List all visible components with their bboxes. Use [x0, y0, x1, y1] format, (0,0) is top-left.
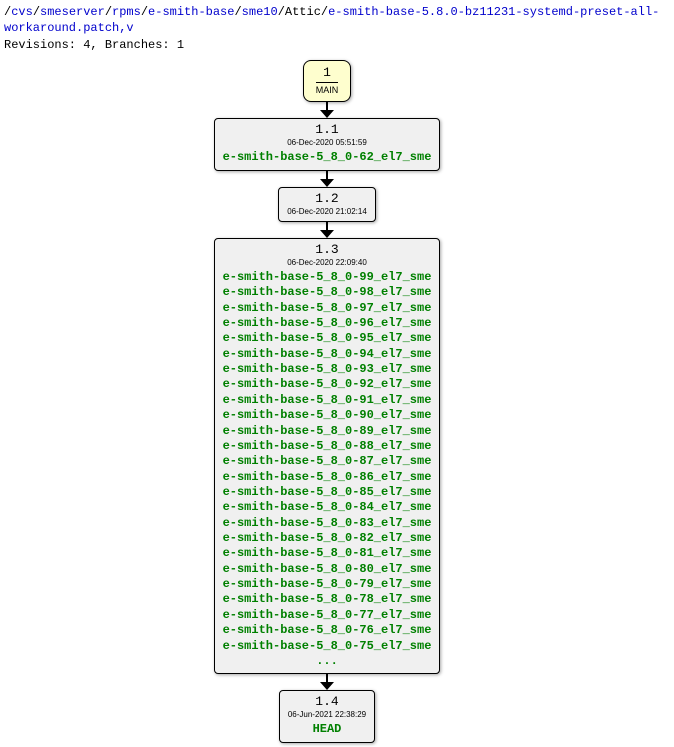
- tag-link[interactable]: e-smith-base-5_8_0-96_el7_sme: [223, 316, 432, 331]
- path-seg-1[interactable]: smeserver: [40, 5, 105, 19]
- connector: [320, 102, 334, 118]
- tag-link[interactable]: e-smith-base-5_8_0-82_el7_sme: [223, 531, 432, 546]
- tag-link[interactable]: e-smith-base-5_8_0-94_el7_sme: [223, 347, 432, 362]
- tag-link[interactable]: e-smith-base-5_8_0-99_el7_sme: [223, 270, 432, 285]
- tag-link[interactable]: e-smith-base-5_8_0-88_el7_sme: [223, 439, 432, 454]
- tag-link[interactable]: e-smith-base-5_8_0-79_el7_sme: [223, 577, 432, 592]
- connector: [320, 222, 334, 238]
- tag-link[interactable]: e-smith-base-5_8_0-90_el7_sme: [223, 408, 432, 423]
- tag-link[interactable]: e-smith-base-5_8_0-93_el7_sme: [223, 362, 432, 377]
- rev-date: 06-Jun-2021 22:38:29: [288, 710, 366, 719]
- tag-link[interactable]: e-smith-base-5_8_0-77_el7_sme: [223, 608, 432, 623]
- header-meta: Revisions: 4, Branches: 1: [4, 37, 670, 53]
- branch-number: 1: [316, 65, 339, 83]
- arrow-down-icon: [320, 230, 334, 238]
- tag-link[interactable]: e-smith-base-5_8_0-83_el7_sme: [223, 516, 432, 531]
- tag-link[interactable]: e-smith-base-5_8_0-92_el7_sme: [223, 377, 432, 392]
- arrow-down-icon: [320, 179, 334, 187]
- branch-label: MAIN: [316, 85, 339, 95]
- branches-count: 1: [177, 38, 184, 52]
- rev-number[interactable]: 1.2: [287, 191, 367, 206]
- rev-node: 1.4 06-Jun-2021 22:38:29 HEAD: [279, 690, 375, 743]
- tag-link[interactable]: e-smith-base-5_8_0-81_el7_sme: [223, 546, 432, 561]
- path-seg-3[interactable]: e-smith-base: [148, 5, 234, 19]
- tag-link[interactable]: e-smith-base-5_8_0-97_el7_sme: [223, 301, 432, 316]
- arrow-down-icon: [320, 110, 334, 118]
- more-tags[interactable]: ...: [223, 654, 432, 668]
- rev-date: 06-Dec-2020 22:09:40: [223, 258, 432, 267]
- connector: [320, 674, 334, 690]
- tag-link[interactable]: e-smith-base-5_8_0-86_el7_sme: [223, 470, 432, 485]
- tag-link[interactable]: e-smith-base-5_8_0-76_el7_sme: [223, 623, 432, 638]
- rev-number[interactable]: 1.4: [288, 694, 366, 709]
- tag-link[interactable]: e-smith-base-5_8_0-78_el7_sme: [223, 592, 432, 607]
- path-seg-2[interactable]: rpms: [112, 5, 141, 19]
- tag-link[interactable]: e-smith-base-5_8_0-75_el7_sme: [223, 639, 432, 654]
- branch-main[interactable]: 1 MAIN: [303, 60, 352, 102]
- tag-link[interactable]: e-smith-base-5_8_0-85_el7_sme: [223, 485, 432, 500]
- rev-node: 1.1 06-Dec-2020 05:51:59 e-smith-base-5_…: [214, 118, 441, 171]
- path-seg-0[interactable]: cvs: [11, 5, 33, 19]
- path-seg-4[interactable]: sme10: [242, 5, 278, 19]
- connector: [320, 171, 334, 187]
- path-seg-5: Attic: [285, 5, 321, 19]
- tag-link[interactable]: e-smith-base-5_8_0-84_el7_sme: [223, 500, 432, 515]
- tag-link[interactable]: e-smith-base-5_8_0-95_el7_sme: [223, 331, 432, 346]
- tag-link[interactable]: e-smith-base-5_8_0-91_el7_sme: [223, 393, 432, 408]
- rev-node: 1.2 06-Dec-2020 21:02:14: [278, 187, 376, 222]
- tag-link[interactable]: e-smith-base-5_8_0-62_el7_sme: [223, 150, 432, 165]
- tag-link[interactable]: e-smith-base-5_8_0-80_el7_sme: [223, 562, 432, 577]
- tag-link[interactable]: e-smith-base-5_8_0-89_el7_sme: [223, 424, 432, 439]
- arrow-down-icon: [320, 682, 334, 690]
- rev-date: 06-Dec-2020 21:02:14: [287, 207, 367, 216]
- rev-number[interactable]: 1.1: [223, 122, 432, 137]
- revision-graph: 1 MAIN 1.1 06-Dec-2020 05:51:59 e-smith-…: [4, 60, 670, 744]
- breadcrumb: /cvs/smeserver/rpms/e-smith-base/sme10/A…: [4, 4, 670, 36]
- tag-link[interactable]: HEAD: [288, 722, 366, 737]
- rev-date: 06-Dec-2020 05:51:59: [223, 138, 432, 147]
- rev-node: 1.3 06-Dec-2020 22:09:40 e-smith-base-5_…: [214, 238, 441, 674]
- tag-link[interactable]: e-smith-base-5_8_0-98_el7_sme: [223, 285, 432, 300]
- tag-link[interactable]: e-smith-base-5_8_0-87_el7_sme: [223, 454, 432, 469]
- rev-number[interactable]: 1.3: [223, 242, 432, 257]
